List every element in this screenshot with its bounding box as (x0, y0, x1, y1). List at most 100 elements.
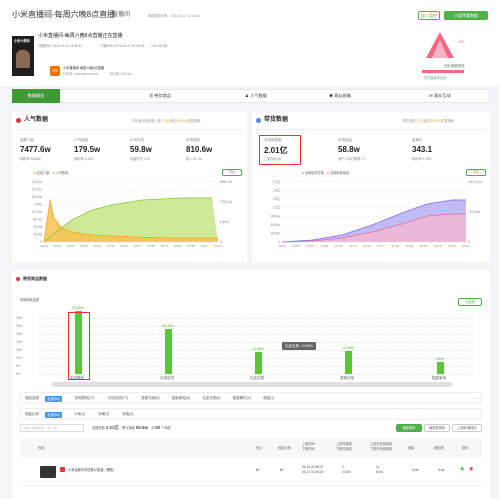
live-cover-image[interactable]: 小米十周年 (12, 36, 34, 76)
tab-goods-label: 带货商品 (154, 93, 172, 98)
filter-chip[interactable]: 居家日用(8) (139, 395, 161, 402)
bar-value-label: 14.59% (342, 345, 354, 350)
tab-popularity-label: 人气数据 (250, 93, 267, 98)
goods-icon (16, 277, 20, 281)
mini-program-button[interactable]: 小程序看数据 (444, 11, 488, 20)
filter-chip[interactable]: 手机数码(27) (72, 395, 96, 402)
popularity-title: 人气数据 (24, 117, 49, 123)
top-header: 小米直播间-每周六晚8点直播 直播间 数据更新时间：2020-06-17 02:… (0, 0, 499, 26)
filter-chip[interactable]: 小米(4) (72, 411, 87, 418)
product-sales: 8.0w (412, 468, 419, 472)
y-tick-label: 10% (16, 356, 23, 360)
tab-audience[interactable]: ◉ 观众画像 (300, 89, 380, 103)
filter-chip[interactable]: 日用百货(17) (106, 395, 130, 402)
chevron-down-icon[interactable]: ⌄ (473, 395, 476, 400)
view-detail-icon[interactable]: ◉ (460, 466, 464, 472)
buy-cart-icon[interactable]: ◉ (469, 466, 473, 472)
filter-chip[interactable]: 全部(60) (45, 395, 63, 402)
grid-line (38, 326, 474, 327)
stat-value: 59.8w (130, 145, 152, 154)
bar[interactable] (164, 328, 172, 374)
sales-export-button[interactable]: 导出 (466, 169, 486, 176)
sort-by-amount-button[interactable]: 销售额排序 (424, 424, 450, 432)
live-start: 开播时间: 2020-06-16 19:28:51 (38, 44, 83, 48)
category-toggle-button[interactable]: 大品类 (458, 298, 482, 306)
filter-chip[interactable]: 礼品文具(6) (200, 395, 222, 402)
bar[interactable] (436, 362, 444, 374)
pop-export-button[interactable]: 导出 (222, 169, 242, 176)
stat-value: 810.6w (186, 145, 213, 154)
col-header: 上架时间 下架时间 (302, 442, 315, 451)
filter-chip[interactable]: 电脑(1) (261, 395, 276, 402)
join-monitor-button[interactable]: 加入监控 (418, 11, 440, 20)
account-name[interactable]: 小米直播间-每周六晚8点直播 (63, 66, 104, 70)
stat-label: 客单价 (412, 138, 423, 142)
live-info-card: 小米十周年 小米直播间-每周六晚8点直播正在直播 开播时间: 2020-06-1… (0, 26, 499, 86)
x-tick-label: 02:27 (462, 244, 470, 248)
tab-popularity[interactable]: ♟ 人气数据 (216, 89, 296, 103)
product-net-on: 11 (376, 465, 380, 469)
x-tick-label: 23:49 (391, 244, 399, 248)
goods-panel: 带货商品数据 热销商品品类 大品类 35% 30% 25% 20% 15% 10% 5% 0%… (12, 270, 490, 499)
stat-label: 本场销售额 (264, 138, 282, 142)
x-tick-label: 22:13 (107, 244, 115, 248)
search-input[interactable]: 请输入商品名称、或 "口红" (20, 424, 84, 432)
filter-chip[interactable]: 米家(3) (96, 411, 111, 418)
col-header: 售价 (256, 446, 263, 450)
y-tick-label: 1.5亿 (272, 196, 280, 201)
stat-label: 平均在线 (130, 138, 144, 142)
brand-filter-row: 佣金比例 全部(60) 小米(4) 米家(3) 米兔(3) (20, 408, 482, 420)
stat-sub: 停留时长 1:32 (130, 157, 150, 161)
scrollbar-thumb[interactable] (52, 382, 452, 387)
table-row[interactable]: 小米巨能写中性笔10支装（黑色） ¥1 ¥1 06-16 20:58:27 06… (20, 458, 482, 486)
divider (256, 129, 486, 130)
stat-sub: 用户人均订单数 2.7 (338, 157, 366, 161)
bar[interactable] (344, 350, 352, 374)
y-tick-label: 80.4w (33, 218, 42, 222)
sales-panel: 带货数据 带货总额2.01亿超过99.99%的直播间 本场销售额 2.01亿 上… (252, 112, 490, 262)
col-header: 上架时全网销量 下架时全网销量 (370, 442, 393, 451)
account-douyin: 抖音号: xiaomidirexiaomi (63, 72, 99, 76)
stat-sub: 转粉率 4.34% (74, 157, 94, 161)
chart-scrollbar[interactable] (52, 382, 452, 387)
filter-chip[interactable]: 智能硬件(4) (231, 395, 253, 402)
sales-note-suffix: 的直播间 (441, 119, 455, 123)
product-thumbnail[interactable] (40, 466, 56, 478)
tab-goods[interactable]: ▦ 带货商品 (120, 89, 200, 103)
live-title: 小米直播间-每周六晚8点直播正在直播 (38, 33, 123, 39)
x-tick-label: 21:09 (321, 244, 329, 248)
tab-overview[interactable]: 数据概览 (12, 89, 60, 103)
product-name[interactable]: 小米巨能写中性笔10支装（黑色） (68, 468, 116, 472)
pop-note-prefix: 平均每分钟观看人数 (132, 119, 161, 123)
col-header: 操作 (462, 446, 469, 450)
x-tick-label: 20:05 (292, 244, 300, 248)
summary-value: 58.8w (135, 425, 148, 430)
pop-note-suffix: 的直播间 (187, 119, 201, 123)
filter-chip[interactable]: 米兔(3) (120, 411, 135, 418)
product-amount: 8.0w (438, 468, 445, 472)
category-toggle-label: 大品类 (465, 300, 475, 304)
bar-value-label: 13.56% (252, 347, 264, 352)
cover-text: 小米十周年 (14, 39, 30, 43)
goods-sub: 热销商品品类 (20, 298, 40, 302)
sales-note: 带货总额2.01亿超过99.99%的直播间 (402, 119, 454, 123)
sort-label: 上架时间排序 (457, 426, 477, 430)
filter-chip[interactable]: 全部(60) (45, 411, 63, 418)
col-header: 销售额 (434, 446, 444, 450)
filter-chip[interactable]: 智能家电(5) (170, 395, 192, 402)
y-tick-label: 0% (16, 372, 21, 376)
sort-by-time-button[interactable]: 上架时间排序 (452, 424, 482, 432)
x-tick-label: 21:41 (335, 244, 343, 248)
y-tick-label: 134w (34, 203, 42, 207)
summary-label: 总销售额 (92, 426, 105, 430)
x-tick-label: 01:25 (187, 244, 195, 248)
y-tick-label: 2.1亿 (272, 180, 280, 184)
y2-tick-label: 7923.2w (220, 200, 233, 204)
sort-by-sales-button[interactable]: 销量排序 (396, 424, 422, 432)
y-tick-label: 107.2w (32, 210, 43, 214)
tab-interaction[interactable]: ✉ 观众互动 (400, 89, 480, 103)
stat-label: 本场销量 (338, 138, 352, 142)
col-header: 销量 (408, 446, 415, 450)
page-type: 直播间 (112, 12, 131, 18)
bar[interactable] (254, 352, 262, 374)
